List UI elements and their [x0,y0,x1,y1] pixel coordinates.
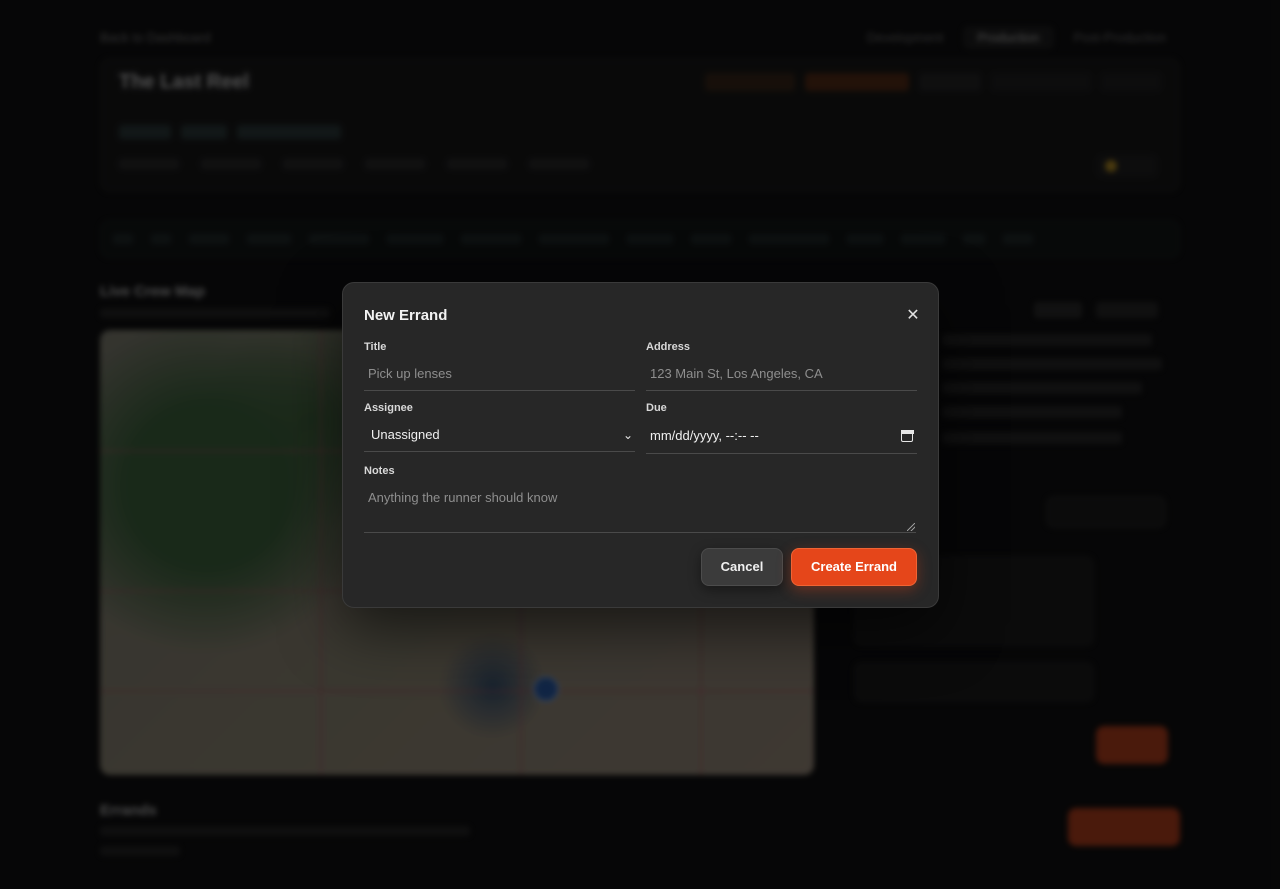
close-icon[interactable]: ✕ [904,307,922,325]
due-datetime-input[interactable]: mm/dd/yyyy, --:-- -- [646,419,917,454]
create-errand-button[interactable]: Create Errand [791,548,917,586]
assignee-value: Unassigned [371,427,440,442]
calendar-icon[interactable] [900,429,914,442]
modal-title: New Errand [364,307,448,324]
cancel-button[interactable]: Cancel [701,548,783,586]
notes-textarea[interactable]: Anything the runner should know [364,483,916,533]
resize-handle-icon[interactable] [907,523,915,531]
assignee-label: Assignee [364,402,413,414]
assignee-select[interactable]: Unassigned ⌄ [364,418,635,452]
notes-label: Notes [364,465,395,477]
title-label: Title [364,341,387,353]
new-errand-modal: New Errand ✕ Title Pick up lenses Addres… [342,282,939,608]
chevron-down-icon: ⌄ [622,428,633,442]
due-value: mm/dd/yyyy, --:-- -- [650,428,759,443]
address-label: Address [646,341,691,353]
title-input[interactable]: Pick up lenses [364,357,635,391]
notes-placeholder: Anything the runner should know [368,490,558,505]
address-input[interactable]: 123 Main St, Los Angeles, CA [646,357,917,391]
due-label: Due [646,402,667,414]
